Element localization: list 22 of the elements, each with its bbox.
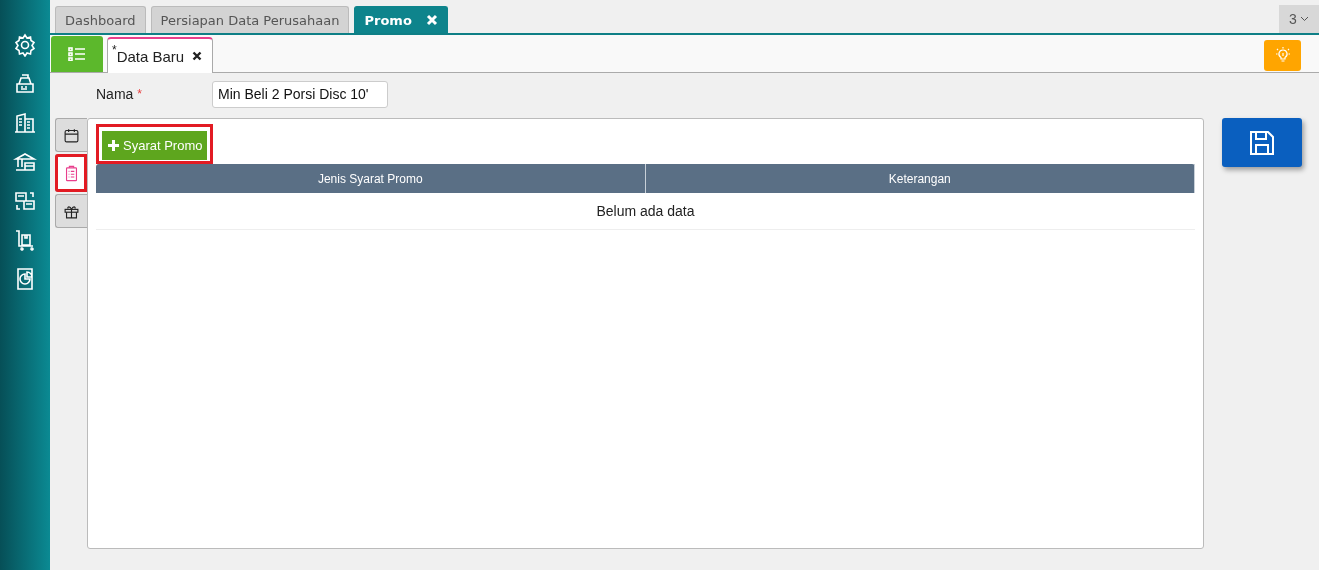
clipboard-icon[interactable] [55,154,87,192]
field-label: Nama [96,86,134,102]
required-mark: * [137,87,143,101]
gift-icon[interactable] [55,194,87,228]
lightbulb-icon [1275,47,1290,63]
list-icon [68,47,86,61]
empty-message: Belum ada data [96,193,1195,230]
plus-icon [107,139,120,152]
save-button[interactable] [1222,118,1302,167]
save-icon [1248,128,1276,157]
tab[interactable]: Promo [354,6,448,33]
tab[interactable]: Dashboard [55,6,146,33]
chevron-down-icon [1299,16,1309,22]
column-header: Keterangan [645,164,1195,193]
tab[interactable]: Persiapan Data Perusahaan [150,6,350,33]
calendar-icon[interactable] [55,118,87,152]
column-header: Jenis Syarat Promo [96,164,646,193]
add-button[interactable]: Syarat Promo [102,131,208,160]
document-tab[interactable]: $^{*}$Data Baru [107,37,214,73]
tab-count-dropdown[interactable]: 3 [1279,5,1319,33]
name-field[interactable]: Min Beli 2 Porsi Disc 10' [212,80,389,108]
close-icon[interactable] [192,51,203,61]
